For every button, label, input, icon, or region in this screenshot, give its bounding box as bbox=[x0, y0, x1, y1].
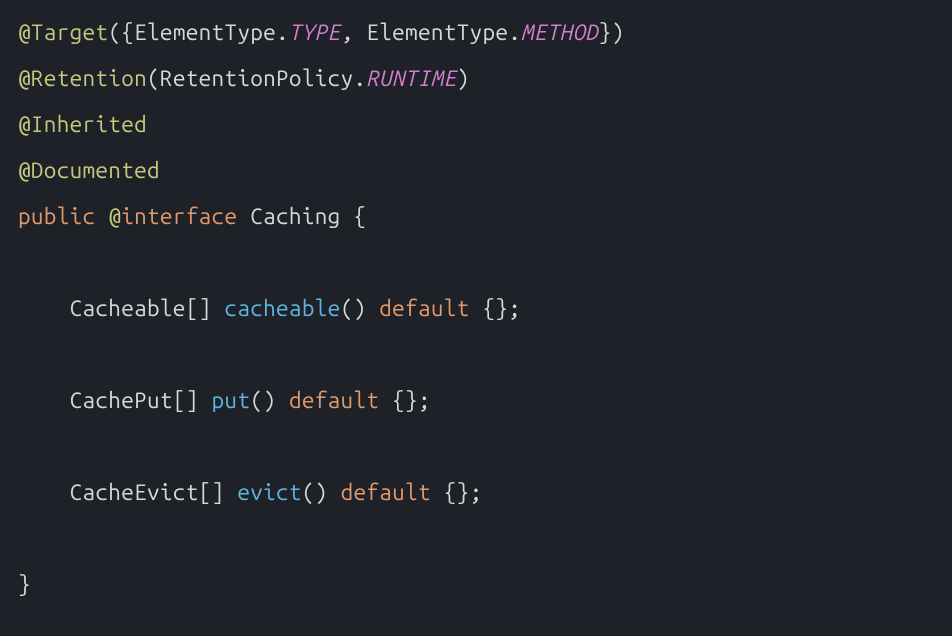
enum-const-runtime: RUNTIME bbox=[366, 66, 456, 91]
code-line: @Target({ElementType.TYPE, ElementType.M… bbox=[18, 20, 624, 45]
indent bbox=[18, 296, 70, 321]
space bbox=[276, 388, 289, 413]
space bbox=[95, 204, 108, 229]
annotation-at: @ bbox=[108, 204, 121, 229]
array-brackets: [] bbox=[173, 388, 212, 413]
type-ref-cacheevict: CacheEvict bbox=[70, 480, 199, 505]
code-line: } bbox=[18, 572, 31, 597]
code-line: CacheEvict[] evict() default {}; bbox=[18, 480, 483, 505]
keyword-default: default bbox=[289, 388, 379, 413]
punct-semi: ; bbox=[470, 480, 483, 505]
punct-semi: ; bbox=[508, 296, 521, 321]
punct-comma: , bbox=[341, 20, 367, 45]
punct-lparen: ( bbox=[147, 66, 160, 91]
array-brackets: [] bbox=[199, 480, 238, 505]
punct-rparen: ) bbox=[611, 20, 624, 45]
array-brackets: [] bbox=[186, 296, 225, 321]
type-ref-cacheput: CachePut bbox=[70, 388, 173, 413]
type-ref: ElementType bbox=[134, 20, 276, 45]
punct-dot: . bbox=[508, 20, 521, 45]
space bbox=[470, 296, 483, 321]
annotation-inherited: @Inherited bbox=[18, 112, 147, 137]
empty-array: {} bbox=[444, 480, 470, 505]
annotation-documented: @Documented bbox=[18, 158, 160, 183]
space bbox=[237, 204, 250, 229]
punct-rparen: ) bbox=[457, 66, 470, 91]
method-cacheable: cacheable bbox=[224, 296, 340, 321]
type-ref: ElementType bbox=[366, 20, 508, 45]
punct-semi: ; bbox=[418, 388, 431, 413]
keyword-interface: interface bbox=[121, 204, 237, 229]
code-line: @Documented bbox=[18, 158, 160, 183]
space bbox=[328, 480, 341, 505]
code-line: Cacheable[] cacheable() default {}; bbox=[18, 296, 521, 321]
punct-dot: . bbox=[353, 66, 366, 91]
space bbox=[366, 296, 379, 321]
punct-parens: () bbox=[341, 296, 367, 321]
method-evict: evict bbox=[237, 480, 302, 505]
punct-parens: () bbox=[250, 388, 276, 413]
empty-array: {} bbox=[482, 296, 508, 321]
punct-lparen: ( bbox=[108, 20, 121, 45]
keyword-default: default bbox=[379, 296, 469, 321]
punct-parens: () bbox=[302, 480, 328, 505]
code-line: @Inherited bbox=[18, 112, 147, 137]
punct-lbrace: { bbox=[121, 20, 134, 45]
enum-const-type: TYPE bbox=[289, 20, 341, 45]
enum-const-method: METHOD bbox=[521, 20, 598, 45]
annotation-target: @Target bbox=[18, 20, 108, 45]
keyword-default: default bbox=[341, 480, 431, 505]
empty-array: {} bbox=[392, 388, 418, 413]
code-line: CachePut[] put() default {}; bbox=[18, 388, 431, 413]
punct-rbrace: } bbox=[599, 20, 612, 45]
type-name-caching: Caching bbox=[250, 204, 340, 229]
type-ref: RetentionPolicy bbox=[160, 66, 354, 91]
space bbox=[431, 480, 444, 505]
indent bbox=[18, 480, 70, 505]
punct-dot: . bbox=[276, 20, 289, 45]
indent bbox=[18, 388, 70, 413]
method-put: put bbox=[212, 388, 251, 413]
code-block: @Target({ElementType.TYPE, ElementType.M… bbox=[0, 0, 952, 618]
punct-rbrace: } bbox=[18, 572, 31, 597]
space bbox=[341, 204, 354, 229]
code-line: public @interface Caching { bbox=[18, 204, 366, 229]
code-line: @Retention(RetentionPolicy.RUNTIME) bbox=[18, 66, 470, 91]
annotation-retention: @Retention bbox=[18, 66, 147, 91]
space bbox=[379, 388, 392, 413]
type-ref-cacheable: Cacheable bbox=[70, 296, 186, 321]
punct-lbrace: { bbox=[353, 204, 366, 229]
keyword-public: public bbox=[18, 204, 95, 229]
